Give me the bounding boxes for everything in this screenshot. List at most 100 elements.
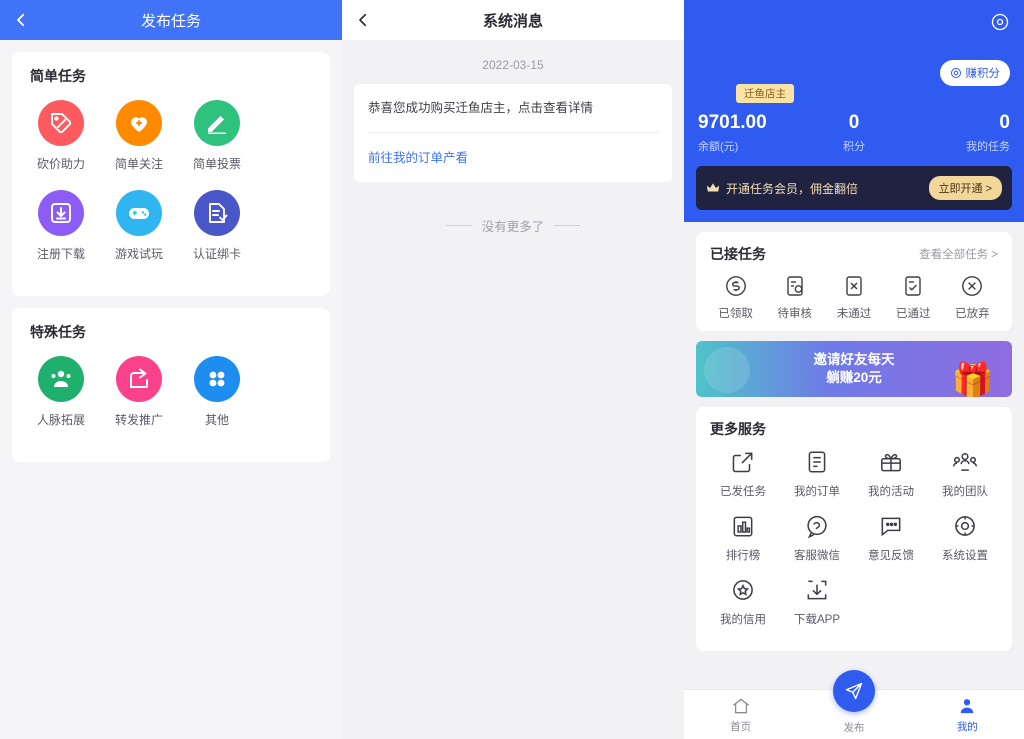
chevron-left-icon[interactable]	[12, 11, 30, 29]
more-services-head: 更多服务	[706, 419, 1002, 449]
service-label: 我的活动	[868, 483, 914, 499]
task-item-card-verify[interactable]: 认证绑卡	[178, 190, 256, 262]
heart-plus-icon	[116, 100, 162, 146]
apps-grid-icon	[194, 356, 240, 402]
view-all-tasks-link[interactable]: 查看全部任务 >	[919, 246, 998, 262]
banner-line1: 邀请好友每天	[814, 351, 895, 369]
team-icon	[952, 449, 978, 475]
download-box-icon	[38, 190, 84, 236]
publish-task-panel: 发布任务 简单任务 砍价助力 简单关注	[0, 0, 342, 739]
share-arrow-icon	[116, 356, 162, 402]
gear-icon[interactable]	[990, 12, 1010, 32]
accepted-item-approved[interactable]: 已通过	[884, 274, 943, 321]
people-network-icon	[38, 356, 84, 402]
message-date: 2022-03-15	[342, 58, 684, 72]
task-label: 简单关注	[115, 155, 163, 172]
credit-star-icon	[730, 577, 756, 603]
stat-my-tasks: 0 我的任务	[906, 112, 1010, 154]
abandoned-icon	[960, 274, 984, 298]
tab-label: 我的	[957, 719, 978, 734]
task-label: 注册下载	[37, 245, 85, 262]
accepted-item-abandoned[interactable]: 已放弃	[943, 274, 1002, 321]
profile-panel: 赚积分 迁鱼店主 9701.00 余额(元) 0 积分 0 我的任务	[684, 0, 1024, 739]
accepted-tasks-card: 已接任务 查看全部任务 > 已领取 待审核	[696, 232, 1012, 331]
special-tasks-title: 特殊任务	[30, 322, 320, 342]
tab-home[interactable]: 首页	[684, 690, 797, 739]
accepted-item-pending[interactable]: 待审核	[765, 274, 824, 321]
service-my-orders[interactable]: 我的订单	[780, 449, 854, 499]
task-item-network[interactable]: 人脉拓展	[22, 356, 100, 428]
service-leaderboard[interactable]: 排行榜	[706, 513, 780, 563]
accepted-label: 已领取	[718, 305, 753, 321]
service-published-tasks[interactable]: 已发任务	[706, 449, 780, 499]
rejected-icon	[842, 274, 866, 298]
vip-activate-button[interactable]: 立即开通 >	[929, 176, 1002, 200]
home-icon	[731, 696, 751, 716]
service-my-activities[interactable]: 我的活动	[854, 449, 928, 499]
gamepad-icon	[116, 190, 162, 236]
vip-promo-bar[interactable]: 开通任务会员，佣金翻倍 立即开通 >	[696, 166, 1012, 210]
accepted-label: 待审核	[778, 305, 813, 321]
download-icon	[804, 577, 830, 603]
message-text: 恭喜您成功购买迁鱼店主，点击查看详情	[368, 84, 658, 133]
approved-icon	[901, 274, 925, 298]
service-customer-wechat[interactable]: 客服微信	[780, 513, 854, 563]
tab-label: 首页	[730, 719, 751, 734]
earn-points-button[interactable]: 赚积分	[940, 60, 1011, 86]
invite-friends-banner[interactable]: 邀请好友每天 躺赚20元 🎁	[696, 341, 1012, 397]
services-grid: 已发任务 我的订单 我的活动	[706, 449, 1002, 641]
stat-label: 我的任务	[906, 138, 1010, 154]
profile-header: 赚积分 迁鱼店主 9701.00 余额(元) 0 积分 0 我的任务	[684, 0, 1024, 222]
tab-profile[interactable]: 我的	[911, 690, 1024, 739]
message-card[interactable]: 恭喜您成功购买迁鱼店主，点击查看详情 前往我的订单产看	[354, 84, 672, 182]
accepted-label: 已放弃	[955, 305, 990, 321]
send-icon[interactable]	[833, 670, 875, 712]
accepted-item-rejected[interactable]: 未通过	[824, 274, 883, 321]
service-label: 我的信用	[720, 611, 766, 627]
task-item-follow[interactable]: 简单关注	[100, 100, 178, 172]
chat-bubble-icon	[804, 513, 830, 539]
price-cut-icon	[38, 100, 84, 146]
stat-value: 0	[802, 112, 906, 134]
bar-chart-icon	[730, 513, 756, 539]
claimed-icon	[724, 274, 748, 298]
more-services-title: 更多服务	[710, 419, 766, 439]
task-label: 其他	[205, 411, 229, 428]
service-label: 已发任务	[720, 483, 766, 499]
more-services-card: 更多服务 已发任务 我的订单	[696, 407, 1012, 651]
stat-label: 余额(元)	[698, 138, 802, 154]
service-my-credit[interactable]: 我的信用	[706, 577, 780, 627]
service-download-app[interactable]: 下载APP	[780, 577, 854, 627]
stat-balance: 9701.00 余额(元)	[698, 112, 802, 154]
pending-review-icon	[783, 274, 807, 298]
accepted-tasks-head: 已接任务 查看全部任务 >	[706, 244, 1002, 274]
service-feedback[interactable]: 意见反馈	[854, 513, 928, 563]
special-tasks-grid: 人脉拓展 转发推广 其他	[22, 356, 320, 446]
simple-tasks-title: 简单任务	[30, 66, 320, 86]
banner-decoration	[704, 347, 750, 393]
service-settings[interactable]: 系统设置	[928, 513, 1002, 563]
accepted-item-claimed[interactable]: 已领取	[706, 274, 765, 321]
accepted-tasks-row: 已领取 待审核 未通过	[706, 274, 1002, 321]
task-label: 人脉拓展	[37, 411, 85, 428]
simple-tasks-grid: 砍价助力 简单关注 简单投票	[22, 100, 320, 280]
task-item-vote[interactable]: 简单投票	[178, 100, 256, 172]
tab-publish[interactable]: 发布	[797, 690, 910, 739]
task-item-price-cut[interactable]: 砍价助力	[22, 100, 100, 172]
service-label: 客服微信	[794, 547, 840, 563]
card-verify-icon	[194, 190, 240, 236]
message-link[interactable]: 前往我的订单产看	[368, 133, 658, 182]
accepted-label: 未通过	[837, 305, 872, 321]
service-label: 我的订单	[794, 483, 840, 499]
bottom-tab-bar: 首页 发布 我的	[684, 689, 1024, 739]
stat-value: 0	[906, 112, 1010, 134]
order-list-icon	[804, 449, 830, 475]
user-icon	[957, 696, 977, 716]
chevron-left-icon[interactable]	[354, 11, 372, 29]
task-item-register-download[interactable]: 注册下载	[22, 190, 100, 262]
task-item-game-trial[interactable]: 游戏试玩	[100, 190, 178, 262]
task-item-share[interactable]: 转发推广	[100, 356, 178, 428]
task-item-other[interactable]: 其他	[178, 356, 256, 428]
crown-icon	[706, 181, 720, 195]
service-my-team[interactable]: 我的团队	[928, 449, 1002, 499]
